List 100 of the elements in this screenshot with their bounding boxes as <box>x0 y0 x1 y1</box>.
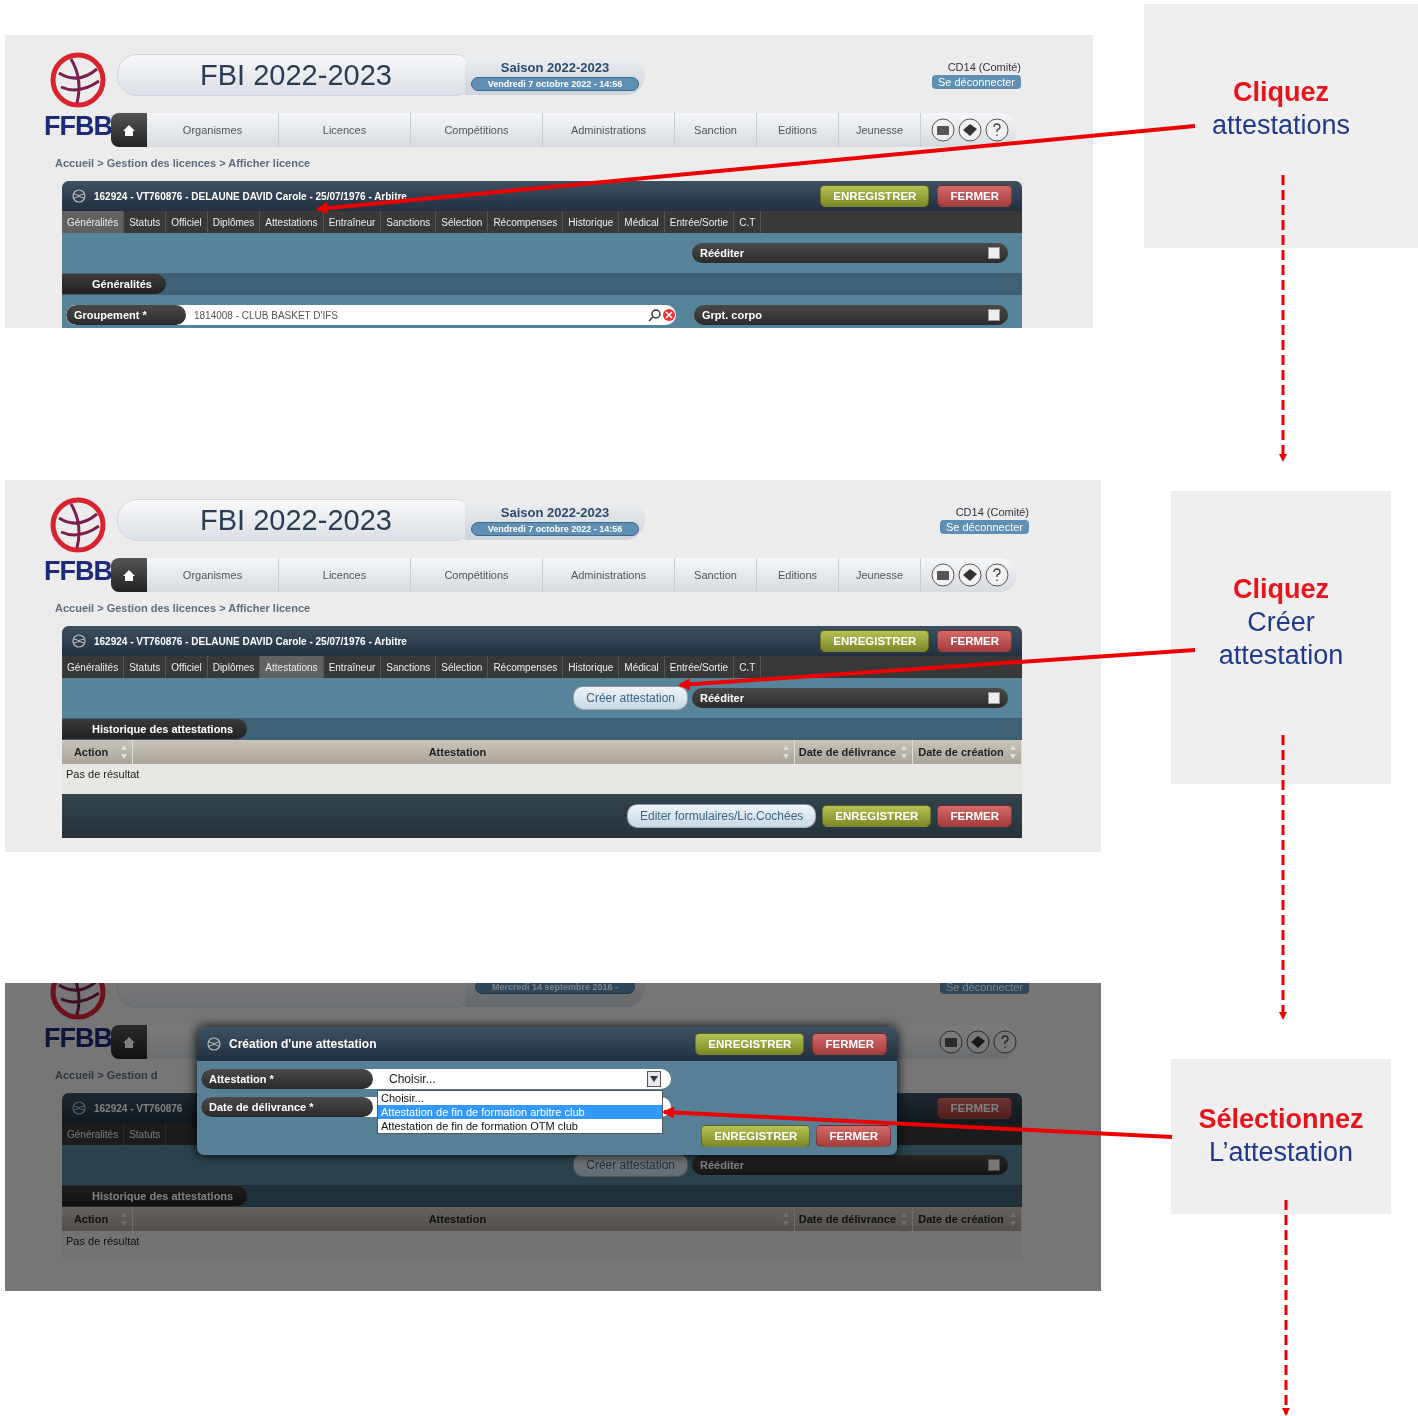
envelope-icon[interactable] <box>931 563 955 587</box>
tab[interactable]: C.T <box>734 211 762 233</box>
tab[interactable]: Statuts <box>124 656 167 678</box>
close-button[interactable]: FERMER <box>937 185 1012 207</box>
panel-title: 162924 - VT760876 - DELAUNE DAVID Carole - 25/07/1976 - Arbitre <box>94 635 407 647</box>
ball-icon <box>72 1101 86 1115</box>
field-label: Attestation * <box>201 1069 373 1089</box>
logout-button[interactable]: Se déconnecter <box>931 75 1021 89</box>
callout-target: L’attestation <box>1208 1135 1354 1169</box>
lookup-field[interactable]: Groupement * 1814008 - CLUB BASKET D'IFS <box>66 305 676 325</box>
field-label: Groupement * <box>66 305 186 325</box>
breadcrumb: Accueil > Gestion des licences > Afficher licence <box>55 602 311 614</box>
help-icon[interactable] <box>985 563 1009 587</box>
close-button[interactable]: FERMER <box>812 1033 887 1055</box>
nav-item[interactable]: Sanction <box>675 558 757 592</box>
ball-logo-icon <box>49 51 107 109</box>
nav-item[interactable]: Compétitions <box>411 558 543 592</box>
tab[interactable]: Statuts <box>124 1123 167 1145</box>
breadcrumb: Accueil > Gestion des licences > Afficher licence <box>55 157 311 169</box>
tab[interactable]: Entrée/Sortie <box>664 211 735 233</box>
tab[interactable]: Récompenses <box>488 656 564 678</box>
home-icon <box>122 123 136 137</box>
nav-item[interactable]: Organismes <box>147 113 279 147</box>
help-icon[interactable] <box>993 1030 1017 1054</box>
breadcrumb: Accueil > Gestion d <box>55 1069 158 1081</box>
action-button[interactable]: Editer formulaires/Lic.Cochées <box>626 804 817 828</box>
checkbox[interactable] <box>988 1159 1000 1171</box>
field-label: Rééditer <box>700 247 745 259</box>
tab[interactable]: Médical <box>619 656 665 678</box>
home-button[interactable] <box>111 558 147 592</box>
nav-item[interactable]: Jeunesse <box>839 113 921 147</box>
user-label: CD14 (Comité) <box>955 506 1029 518</box>
tab[interactable]: Sélection <box>436 656 489 678</box>
tab[interactable]: Sanctions <box>381 211 437 233</box>
logo-text: FFBB <box>44 1023 112 1054</box>
clear-icon[interactable] <box>661 308 676 322</box>
tab[interactable]: Généralités <box>62 656 125 678</box>
ball-logo-icon <box>49 496 107 554</box>
checkbox[interactable] <box>988 247 1000 259</box>
close-button[interactable]: FERMER <box>937 805 1012 827</box>
callout-action: Sélectionnez <box>1198 1103 1364 1136</box>
nav-item[interactable]: Sanction <box>675 113 757 147</box>
dropdown-option[interactable]: Attestation de fin de formation OTM club <box>378 1119 662 1133</box>
nav-item[interactable]: Editions <box>757 558 839 592</box>
help-icon[interactable] <box>985 118 1009 142</box>
envelope-icon[interactable] <box>931 118 955 142</box>
user-label: CD14 (Comité) <box>947 61 1021 73</box>
nav-item[interactable]: Administrations <box>543 113 675 147</box>
tab[interactable]: Attestations <box>260 211 324 233</box>
tab[interactable]: Statuts <box>124 211 167 233</box>
tab[interactable]: Entraîneur <box>323 656 382 678</box>
ball-icon <box>207 1037 221 1051</box>
nav-item[interactable]: Organismes <box>147 558 279 592</box>
tab[interactable]: Diplômes <box>207 211 261 233</box>
close-button[interactable]: FERMER <box>816 1125 891 1147</box>
date-label: Mercredi 14 septembre 2016 - <box>474 983 636 994</box>
select-field[interactable]: Attestation * Choisir... <box>201 1069 671 1089</box>
dialog-title: Création d'une attestation <box>229 1037 377 1051</box>
reissue-field[interactable]: Rééditer <box>692 688 1008 708</box>
reissue-field[interactable]: Rééditer <box>692 243 1008 263</box>
reissue-field[interactable]: Rééditer <box>692 1155 1008 1175</box>
tab[interactable]: Médical <box>619 211 665 233</box>
tab[interactable]: Sanctions <box>381 656 437 678</box>
tab[interactable]: Historique <box>563 656 620 678</box>
tab[interactable]: Généralités <box>62 1123 125 1145</box>
create-button[interactable]: Créer attestation <box>573 686 688 710</box>
home-button[interactable] <box>111 113 147 147</box>
close-button[interactable]: FERMER <box>937 630 1012 652</box>
tab[interactable]: Généralités <box>62 211 125 233</box>
nav-item[interactable]: Licences <box>279 558 411 592</box>
callout-action: Cliquez <box>1233 76 1329 109</box>
tab[interactable]: Officiel <box>166 656 208 678</box>
tab[interactable]: C.T <box>734 656 762 678</box>
section-header: Historique des attestations <box>62 719 248 739</box>
tab[interactable]: Entrée/Sortie <box>664 656 735 678</box>
dropdown-button[interactable] <box>647 1071 661 1087</box>
nav-item[interactable]: Editions <box>757 113 839 147</box>
nav-item[interactable]: Jeunesse <box>839 558 921 592</box>
checkbox[interactable] <box>988 309 1000 321</box>
home-icon <box>122 1035 136 1049</box>
date-label: Vendredi 7 octobre 2022 - 14:56 <box>470 521 640 536</box>
select-value: Choisir... <box>389 1072 436 1086</box>
tab[interactable]: Entraîneur <box>323 211 382 233</box>
caret-icon <box>650 1076 658 1082</box>
search-icon[interactable] <box>647 308 662 322</box>
tab[interactable]: Attestations <box>260 656 324 678</box>
tab[interactable]: Officiel <box>166 211 208 233</box>
field-value: 1814008 - CLUB BASKET D'IFS <box>193 309 339 321</box>
nav-item[interactable]: Licences <box>279 113 411 147</box>
panel-title: 162924 - VT760876 <box>94 1102 183 1114</box>
checkbox[interactable] <box>988 692 1000 704</box>
checkbox-field[interactable]: Grpt. corpo <box>693 305 1008 325</box>
envelope-icon[interactable] <box>939 1030 963 1054</box>
logout-button[interactable]: Se déconnecter <box>939 520 1029 534</box>
tab[interactable]: Historique <box>563 211 620 233</box>
callout-target: Créer attestation <box>1217 605 1345 672</box>
nav-item[interactable]: Administrations <box>543 558 675 592</box>
tab[interactable]: Récompenses <box>488 211 564 233</box>
nav-item[interactable]: Compétitions <box>411 113 543 147</box>
tab[interactable]: Sélection <box>436 211 489 233</box>
